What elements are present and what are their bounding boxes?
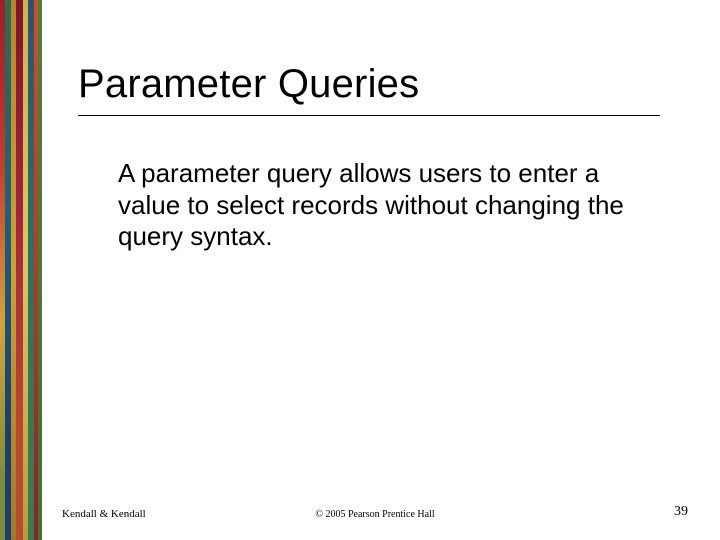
decorative-sidebar (0, 0, 42, 540)
slide-footer: Kendall & Kendall © 2005 Pearson Prentic… (62, 504, 688, 520)
footer-author: Kendall & Kendall (62, 508, 146, 520)
title-block: Parameter Queries (78, 62, 660, 116)
footer-copyright: © 2005 Pearson Prentice Hall (315, 509, 434, 520)
title-underline (78, 115, 660, 116)
slide-body: A parameter query allows users to enter … (118, 158, 648, 253)
page-number: 39 (674, 504, 688, 520)
slide-title: Parameter Queries (78, 62, 660, 107)
